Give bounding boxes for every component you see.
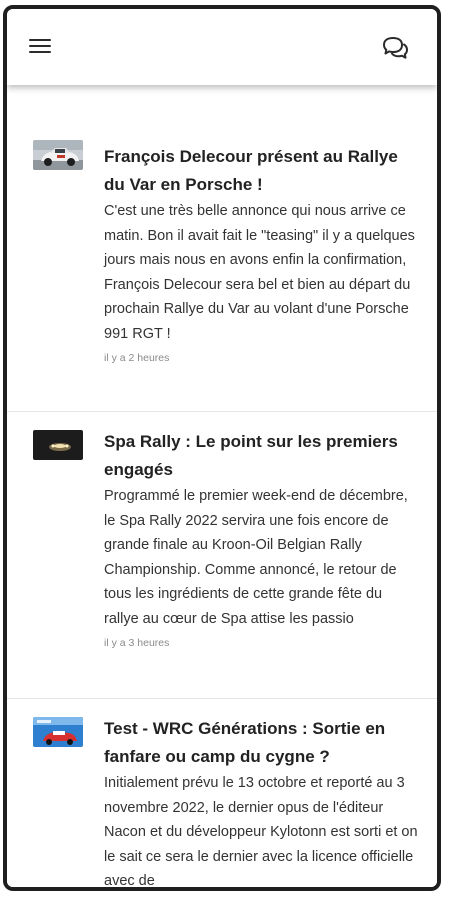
article-excerpt: C'est une très belle annonce qui nous ar… bbox=[104, 203, 415, 342]
app-bar bbox=[7, 9, 437, 85]
article-item[interactable]: François Delecour présent au Rallye du V… bbox=[7, 85, 437, 412]
chat-bubbles-icon[interactable] bbox=[381, 35, 409, 61]
article-text: François Delecour présent au Rallye du V… bbox=[104, 143, 419, 364]
article-excerpt: Programmé le premier week-end de décembr… bbox=[104, 488, 408, 627]
article-title[interactable]: Test - WRC Générations : Sortie en fanfa… bbox=[104, 715, 419, 771]
article-item[interactable]: Test - WRC Générations : Sortie en fanfa… bbox=[7, 699, 437, 887]
article-time: il y a 2 heures bbox=[104, 352, 170, 364]
article-text: Test - WRC Générations : Sortie en fanfa… bbox=[104, 715, 419, 887]
article-list: François Delecour présent au Rallye du V… bbox=[7, 85, 437, 887]
article-text: Spa Rally : Le point sur les premiers en… bbox=[104, 428, 419, 649]
phone-frame: François Delecour présent au Rallye du V… bbox=[3, 5, 441, 891]
article-thumbnail bbox=[33, 140, 83, 170]
article-thumbnail bbox=[33, 430, 83, 460]
device-screen: François Delecour présent au Rallye du V… bbox=[0, 0, 450, 900]
article-title[interactable]: Spa Rally : Le point sur les premiers en… bbox=[104, 428, 419, 484]
article-thumbnail bbox=[33, 717, 83, 747]
article-time: il y a 3 heures bbox=[104, 637, 170, 649]
article-title[interactable]: François Delecour présent au Rallye du V… bbox=[104, 143, 419, 199]
article-item[interactable]: Spa Rally : Le point sur les premiers en… bbox=[7, 412, 437, 699]
hamburger-menu-icon[interactable] bbox=[29, 39, 51, 55]
article-excerpt: Initialement prévu le 13 octobre et repo… bbox=[104, 775, 418, 887]
